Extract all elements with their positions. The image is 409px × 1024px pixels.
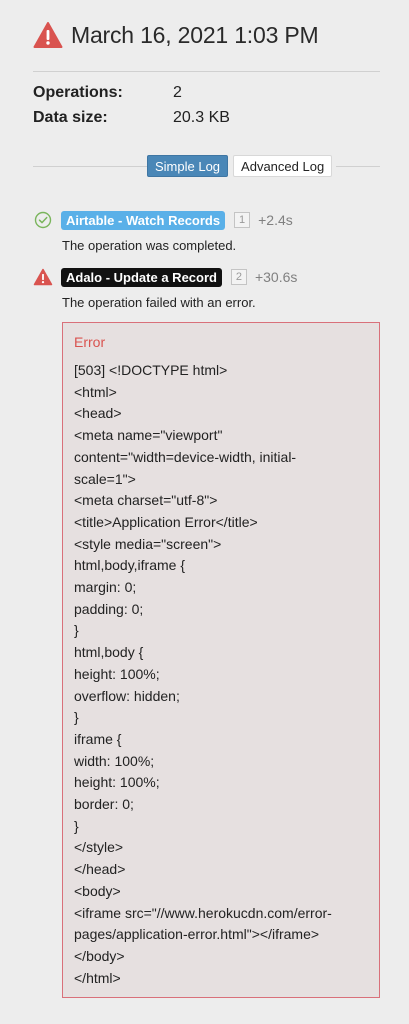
operation-message: The operation failed with an error.	[62, 295, 256, 310]
error-line: <title>Application Error</title>	[74, 513, 258, 530]
operations-label: Operations:	[33, 83, 123, 101]
error-line: </style>	[74, 839, 124, 856]
tab-simple-log[interactable]: Simple Log	[147, 155, 229, 177]
operation-header: Adalo - Update a Record 2 +30.6s	[33, 266, 380, 288]
error-line: pages/application-error.html"></iframe>	[74, 926, 320, 943]
warning-triangle-icon	[33, 268, 53, 286]
error-line: height: 100%;	[74, 665, 160, 682]
error-line: html,body,iframe {	[74, 557, 186, 574]
error-line: </head>	[74, 861, 126, 878]
warning-triangle-icon	[33, 22, 63, 48]
error-line: content="width=device-width, initial-	[74, 448, 297, 465]
operation-item: Airtable - Watch Records 1 +2.4s The ope…	[33, 209, 380, 253]
error-details: Error [503] <!DOCTYPE html> <html> <head> <…	[62, 322, 380, 998]
operation-header: Airtable - Watch Records 1 +2.4s	[33, 209, 380, 231]
page-title: March 16, 2021 1:03 PM	[71, 21, 319, 48]
error-line: <head>	[74, 405, 122, 422]
error-line: }	[74, 622, 79, 639]
error-line: border: 0;	[74, 796, 134, 813]
elapsed-time: +2.4s	[258, 212, 293, 228]
error-title: Error	[74, 334, 106, 350]
error-line: overflow: hidden;	[74, 687, 180, 704]
elapsed-time: +30.6s	[254, 269, 298, 285]
app-badge[interactable]: Adalo - Update a Record	[61, 267, 222, 287]
error-line: iframe {	[74, 730, 122, 747]
error-line: [503] <!DOCTYPE html>	[74, 362, 228, 378]
error-line: }	[74, 709, 79, 726]
stat-datasize: Data size: 20.3 KB	[33, 105, 230, 130]
tab-advanced-log[interactable]: Advanced Log	[233, 155, 333, 177]
error-line: scale=1">	[74, 470, 136, 487]
error-line: padding: 0;	[74, 600, 144, 617]
error-line: <meta charset="utf-8">	[74, 492, 218, 509]
error-line: </body>	[74, 947, 125, 964]
error-line: <iframe src="//www.herokucdn.com/error-	[74, 904, 332, 921]
error-line: <style media="screen">	[74, 535, 222, 552]
operations-value: 2	[173, 83, 182, 101]
datasize-value: 20.3 KB	[173, 108, 230, 126]
error-line: html,body {	[74, 644, 144, 661]
tab-group: Simple Log Advanced Log	[147, 155, 337, 177]
operation-item: Adalo - Update a Record 2 +30.6s The ope…	[33, 266, 380, 310]
app-badge[interactable]: Airtable - Watch Records	[61, 210, 226, 230]
check-circle-icon	[34, 211, 52, 229]
log-view-tabs: Simple Log Advanced Log	[33, 154, 380, 178]
error-line: <html>	[74, 383, 117, 400]
error-line: margin: 0;	[74, 579, 137, 596]
error-line: height: 100%;	[74, 774, 160, 791]
error-line: <body>	[74, 882, 121, 899]
error-line: width: 100%;	[74, 752, 155, 769]
error-line: </html>	[74, 969, 121, 986]
step-number: 1	[234, 212, 251, 228]
divider	[33, 71, 380, 72]
error-line: <meta name="viewport"	[74, 427, 223, 444]
page-header: March 16, 2021 1:03 PM	[33, 18, 319, 52]
operation-message: The operation was completed.	[62, 238, 237, 253]
error-message: [503] <!DOCTYPE html> <html> <head> <meta n…	[74, 360, 368, 989]
datasize-label: Data size:	[33, 108, 108, 126]
step-number: 2	[230, 269, 247, 285]
stats-panel: Operations: 2 Data size: 20.3 KB	[33, 80, 230, 130]
error-line: }	[74, 817, 79, 834]
stat-operations: Operations: 2	[33, 80, 230, 105]
